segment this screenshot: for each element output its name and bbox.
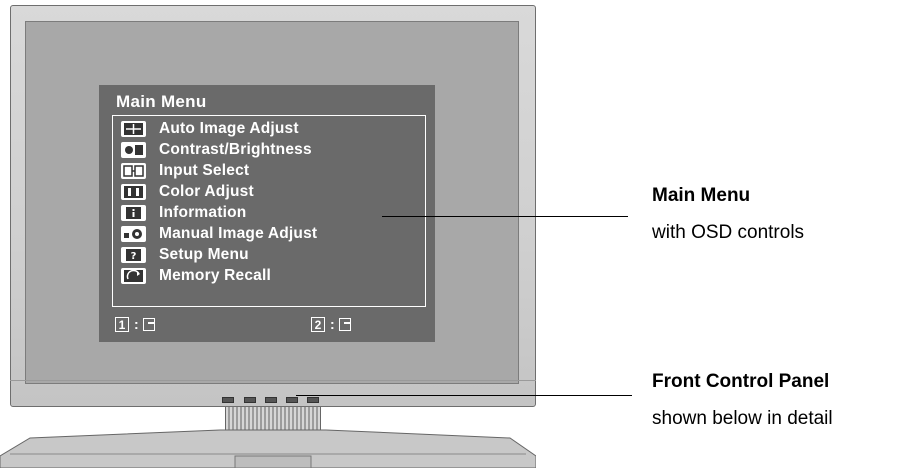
svg-text:?: ?: [131, 251, 137, 262]
auto-image-adjust-icon: [121, 121, 146, 137]
callout-line-front-panel: [296, 395, 632, 396]
contrast-brightness-icon: [121, 142, 146, 158]
input-select-icon: [121, 163, 146, 179]
manual-image-adjust-icon: [121, 226, 146, 242]
callout-front-panel-subtitle: shown below in detail: [652, 408, 833, 429]
key-2-badge: 2: [311, 317, 325, 332]
menu-item-label: Manual Image Adjust: [159, 225, 318, 242]
menu-item-label: Input Select: [159, 162, 250, 179]
menu-item-setup-menu[interactable]: ? Setup Menu: [117, 245, 417, 265]
setup-menu-icon: ?: [121, 247, 146, 263]
monitor-stand-base: [0, 429, 536, 468]
menu-item-manual-image-adjust[interactable]: Manual Image Adjust: [117, 224, 417, 244]
memory-recall-icon: [121, 268, 146, 284]
menu-item-label: Contrast/Brightness: [159, 141, 312, 158]
osd-title: Main Menu: [116, 92, 207, 111]
key-1-badge: 1: [115, 317, 129, 332]
menu-item-input-select[interactable]: Input Select: [117, 161, 417, 181]
front-panel-button-1[interactable]: [222, 397, 234, 403]
menu-item-contrast-brightness[interactable]: Contrast/Brightness: [117, 140, 417, 160]
menu-item-label: Setup Menu: [159, 246, 249, 263]
front-panel-button-3[interactable]: [265, 397, 277, 403]
callout-line-main-menu: [382, 216, 628, 217]
menu-item-label: Information: [159, 204, 247, 221]
color-adjust-icon: [121, 184, 146, 200]
callout-main-menu-title: Main Menu: [652, 185, 751, 206]
exit-icon: [339, 318, 351, 331]
menu-item-label: Color Adjust: [159, 183, 254, 200]
menu-item-auto-image-adjust[interactable]: Auto Image Adjust: [117, 119, 417, 139]
information-icon: [121, 205, 146, 221]
menu-item-color-adjust[interactable]: Color Adjust: [117, 182, 417, 202]
menu-item-label: Auto Image Adjust: [159, 120, 299, 137]
footer-separator: :: [330, 316, 335, 332]
callout-front-panel-title: Front Control Panel: [652, 371, 830, 392]
front-panel-button-2[interactable]: [244, 397, 256, 403]
front-panel-button-5[interactable]: [307, 397, 319, 403]
menu-item-information[interactable]: Information: [117, 203, 417, 223]
osd-menu-list: Auto Image Adjust Contrast/Brightness In…: [112, 115, 426, 307]
osd-main-menu: Main Menu Auto Image Adjust Contrast/Bri…: [99, 85, 435, 342]
callout-main-menu-subtitle: with OSD controls: [652, 222, 805, 243]
menu-item-label: Memory Recall: [159, 267, 272, 284]
menu-item-memory-recall[interactable]: Memory Recall: [117, 266, 417, 286]
footer-separator: :: [134, 316, 139, 332]
exit-icon: [143, 318, 155, 331]
front-panel-button-4[interactable]: [286, 397, 298, 403]
